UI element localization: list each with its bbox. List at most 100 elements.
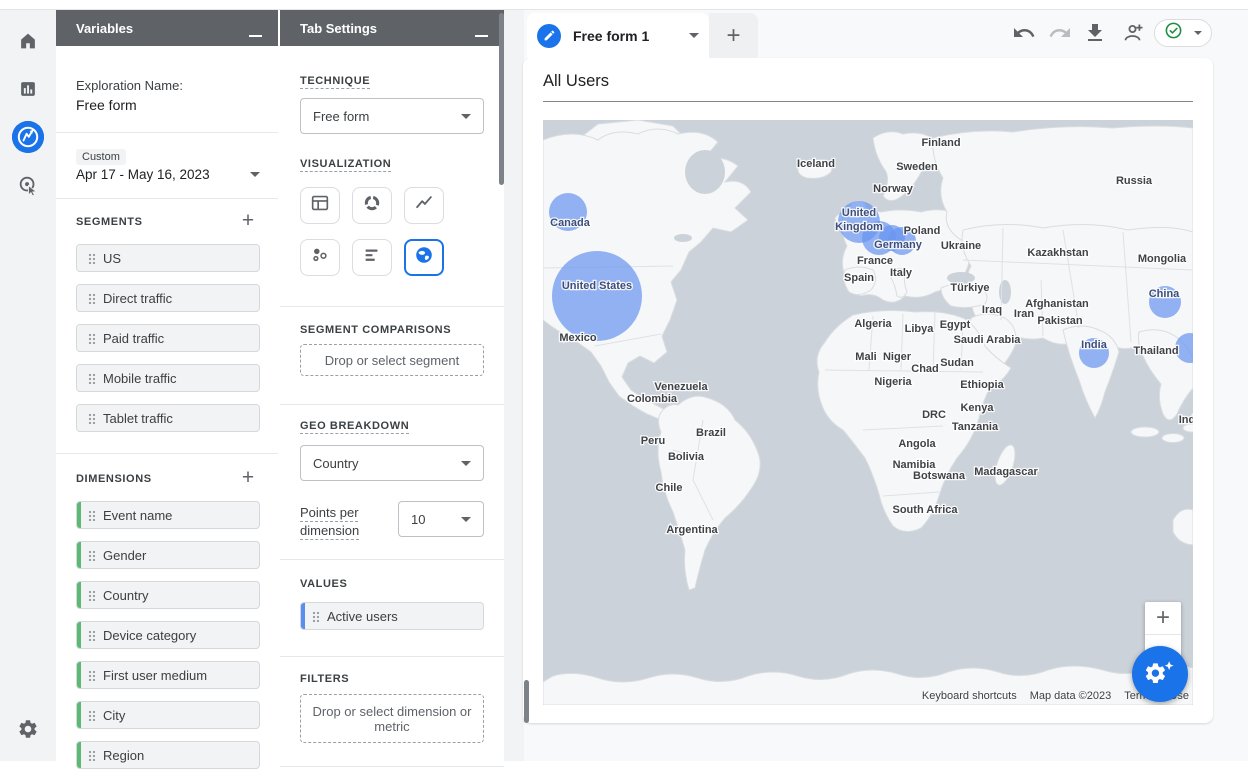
canvas-scrollbar[interactable] xyxy=(524,680,529,723)
donut-chart-icon xyxy=(361,192,383,219)
technique-select[interactable]: Free form xyxy=(300,98,484,134)
chevron-down-icon xyxy=(461,461,471,466)
segment-chip[interactable]: US xyxy=(76,244,260,272)
drag-handle-icon[interactable] xyxy=(88,253,95,264)
zoom-in-button[interactable]: + xyxy=(1145,602,1181,635)
drag-handle-icon[interactable] xyxy=(88,293,95,304)
panel-scrollbar[interactable] xyxy=(499,13,504,185)
nav-rail xyxy=(0,10,56,761)
drag-handle-icon[interactable] xyxy=(88,550,95,561)
map-label: Mongolia xyxy=(1138,253,1187,265)
map-label: Colombia xyxy=(627,393,678,405)
dimension-chip[interactable]: First user medium xyxy=(76,661,260,689)
dimension-chip[interactable]: Device category xyxy=(76,621,260,649)
dimension-color-bar xyxy=(77,622,81,648)
drag-handle-icon[interactable] xyxy=(88,333,95,344)
add-tab-button[interactable]: + xyxy=(709,13,758,58)
variables-panel-title: Variables xyxy=(76,21,133,36)
map-label: Sweden xyxy=(896,161,938,173)
technique-value: Free form xyxy=(313,109,461,124)
status-button[interactable] xyxy=(1154,19,1212,47)
map-label: Saudi Arabia xyxy=(954,334,1022,346)
dimension-color-bar xyxy=(77,582,81,608)
nav-home-button[interactable] xyxy=(12,25,44,57)
viz-option-table[interactable] xyxy=(300,187,340,224)
keyboard-shortcuts-link[interactable]: Keyboard shortcuts xyxy=(922,690,1017,702)
add-dimension-button[interactable]: + xyxy=(236,467,260,491)
map-label: Pakistan xyxy=(1037,315,1083,327)
minimize-icon[interactable] xyxy=(475,35,488,37)
nav-settings-button[interactable] xyxy=(12,713,44,745)
download-button[interactable] xyxy=(1083,21,1107,45)
map-label: Russia xyxy=(1116,175,1153,187)
nav-advertising-button[interactable] xyxy=(12,169,44,201)
nav-reports-button[interactable] xyxy=(12,73,44,105)
pencil-icon xyxy=(537,24,561,48)
segment-comparisons-dropzone[interactable]: Drop or select segment xyxy=(300,344,484,376)
map-label: Afghanistan xyxy=(1025,298,1089,310)
geo-breakdown-select[interactable]: Country xyxy=(300,445,484,481)
nav-explore-button[interactable] xyxy=(12,121,44,153)
chevron-down-icon[interactable] xyxy=(689,33,699,38)
segment-label: US xyxy=(103,251,121,266)
dimension-chip[interactable]: Region xyxy=(76,741,260,769)
add-segment-button[interactable]: + xyxy=(236,210,260,234)
segment-chip[interactable]: Direct traffic xyxy=(76,284,260,312)
dimension-color-bar xyxy=(77,542,81,568)
segment-chip[interactable]: Mobile traffic xyxy=(76,364,260,392)
date-range-selector[interactable]: Apr 17 - May 16, 2023 xyxy=(76,167,260,182)
map-label: Norway xyxy=(873,183,914,195)
tab-settings-header: Tab Settings xyxy=(280,10,504,46)
dimension-color-bar xyxy=(77,742,81,768)
map-label: Poland xyxy=(904,225,941,237)
drag-handle-icon[interactable] xyxy=(88,750,95,761)
map-label: United xyxy=(842,207,876,219)
date-range-value: Apr 17 - May 16, 2023 xyxy=(76,167,250,182)
tab-free-form-1[interactable]: Free form 1 xyxy=(527,13,709,58)
segment-label: Paid traffic xyxy=(103,331,164,346)
drag-handle-icon[interactable] xyxy=(88,670,95,681)
points-per-dimension-select[interactable]: 10 xyxy=(398,501,484,537)
segment-chip[interactable]: Tablet traffic xyxy=(76,404,260,432)
dimension-label: Device category xyxy=(103,628,196,643)
table-icon xyxy=(309,192,331,219)
chevron-down-icon xyxy=(461,517,471,522)
drag-handle-icon[interactable] xyxy=(88,413,95,424)
geo-map[interactable]: IcelandFinlandSwedenNorwayRussiaCanadaUn… xyxy=(543,120,1193,705)
value-label: Active users xyxy=(327,609,398,624)
drag-handle-icon[interactable] xyxy=(312,611,319,622)
drag-handle-icon[interactable] xyxy=(88,373,95,384)
dimension-label: Event name xyxy=(103,508,172,523)
map-label: South Africa xyxy=(893,504,959,516)
redo-button[interactable] xyxy=(1048,21,1072,45)
viz-option-geo-map[interactable] xyxy=(404,239,444,276)
exploration-name-value[interactable]: Free form xyxy=(76,97,137,113)
viz-option-line-chart[interactable] xyxy=(404,187,444,224)
divider xyxy=(280,766,504,767)
segment-chip[interactable]: Paid traffic xyxy=(76,324,260,352)
minimize-icon[interactable] xyxy=(249,35,262,37)
dimension-label: Gender xyxy=(103,548,146,563)
undo-button[interactable] xyxy=(1012,21,1036,45)
date-range-badge: Custom xyxy=(76,149,126,165)
value-chip[interactable]: Active users xyxy=(300,602,484,630)
drag-handle-icon[interactable] xyxy=(88,590,95,601)
drag-handle-icon[interactable] xyxy=(88,510,95,521)
drag-handle-icon[interactable] xyxy=(88,710,95,721)
bar-chart-icon xyxy=(361,244,383,271)
drag-handle-icon[interactable] xyxy=(88,630,95,641)
map-label: Madagascar xyxy=(974,466,1038,478)
insights-fab-button[interactable] xyxy=(1132,646,1188,702)
viz-option-scatter-chart[interactable] xyxy=(300,239,340,276)
divider xyxy=(56,198,278,199)
share-add-user-button[interactable] xyxy=(1119,21,1143,45)
dimension-chip[interactable]: Gender xyxy=(76,541,260,569)
filters-dropzone[interactable]: Drop or select dimension or metric xyxy=(300,694,484,743)
dimension-chip[interactable]: Country xyxy=(76,581,260,609)
dimension-chip[interactable]: Event name xyxy=(76,501,260,529)
dimension-chip[interactable]: City xyxy=(76,701,260,729)
viz-option-donut-chart[interactable] xyxy=(352,187,392,224)
dimension-color-bar xyxy=(77,502,81,528)
data-bubble[interactable] xyxy=(552,251,642,341)
viz-option-bar-chart[interactable] xyxy=(352,239,392,276)
